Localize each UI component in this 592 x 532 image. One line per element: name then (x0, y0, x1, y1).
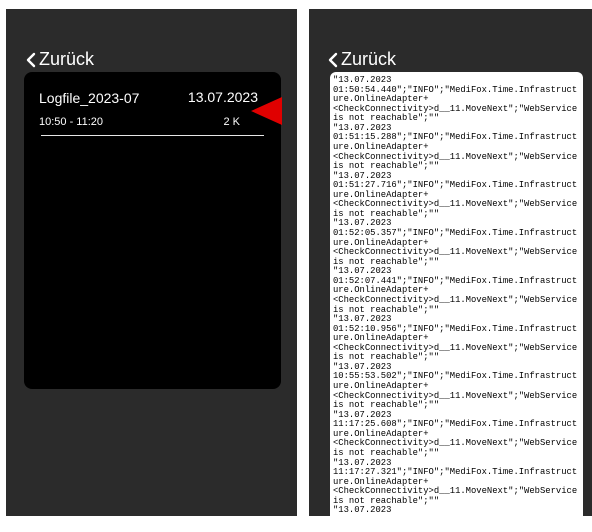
log-line: ure.OnlineAdapter+ (333, 237, 429, 248)
log-line: ure.OnlineAdapter+ (333, 381, 429, 391)
back-button[interactable]: Zurück (326, 49, 396, 70)
log-line: <CheckConnectivity>d__11.MoveNext";"WebS… (333, 151, 578, 162)
log-line: 01:52:05.357";"INFO";"MediFox.Time.Infra… (333, 228, 578, 238)
log-line: ure.OnlineAdapter+ (333, 141, 429, 152)
log-line: 01:51:27.716";"INFO";"MediFox.Time.Infra… (333, 180, 578, 191)
logfile-list-screen: Zurück Logfile_2023-07 13.07.2023 10:50 … (6, 9, 297, 516)
log-text: "13.07.2023 01:50:54.440";"INFO";"MediFo… (330, 72, 583, 516)
log-line: is not reachable";"" (333, 495, 440, 506)
log-line: is not reachable";"" (333, 352, 440, 363)
log-line: "13.07.2023 (333, 170, 392, 181)
log-line: <CheckConnectivity>d__11.MoveNext";"WebS… (333, 103, 578, 114)
logfile-list: Logfile_2023-07 13.07.2023 10:50 - 11:20… (24, 72, 281, 389)
log-line: "13.07.2023 (333, 361, 392, 372)
log-line: "13.07.2023 (333, 75, 392, 85)
logfile-time-range: 10:50 - 11:20 (39, 116, 104, 128)
logfile-name: Logfile_2023-07 (39, 90, 140, 106)
log-line: is not reachable";"" (333, 161, 440, 172)
log-line: <CheckConnectivity>d__11.MoveNext";"WebS… (333, 247, 578, 258)
chevron-left-icon (326, 51, 341, 69)
log-line: "13.07.2023 (333, 218, 392, 229)
log-content[interactable]: "13.07.2023 01:50:54.440";"INFO";"MediFo… (330, 72, 583, 532)
log-line: is not reachable";"" (333, 256, 440, 267)
log-line: ure.OnlineAdapter+ (333, 428, 429, 439)
log-line: <CheckConnectivity>d__11.MoveNext";"WebS… (333, 342, 578, 353)
back-button[interactable]: Zurück (24, 49, 94, 70)
log-line: "13.07.2023 (333, 409, 392, 420)
log-line: ure.OnlineAdapter+ (333, 333, 429, 344)
log-line: <CheckConnectivity>d__11.MoveNext";"WebS… (333, 390, 578, 401)
log-line: 01:52:10.956";"INFO";"MediFox.Time.Infra… (333, 323, 578, 334)
red-arrow-indicator-icon (251, 97, 282, 125)
log-line: 01:52:07.441";"INFO";"MediFox.Time.Infra… (333, 275, 578, 286)
log-line: ure.OnlineAdapter+ (333, 476, 429, 487)
log-line: is not reachable";"" (333, 113, 440, 124)
log-line: ure.OnlineAdapter+ (333, 285, 429, 296)
log-line: <CheckConnectivity>d__11.MoveNext";"WebS… (333, 294, 578, 305)
divider (41, 135, 264, 136)
log-line: <CheckConnectivity>d__11.MoveNext";"WebS… (333, 199, 578, 210)
log-line: 11:17:27.321";"INFO";"MediFox.Time.Infra… (333, 467, 578, 478)
log-line: "13.07.2023 (333, 505, 392, 516)
log-line: 01:51:15.288";"INFO";"MediFox.Time.Infra… (333, 132, 578, 143)
log-line: "13.07.2023 (333, 314, 392, 325)
log-line: "13.07.2023 (333, 457, 392, 468)
logfile-detail-screen: Zurück "13.07.2023 01:50:54.440";"INFO";… (309, 9, 592, 532)
log-line: is not reachable";"" (333, 447, 440, 458)
log-line: <CheckConnectivity>d__11.MoveNext";"WebS… (333, 438, 578, 449)
log-line: ure.OnlineAdapter+ (333, 94, 429, 105)
log-line: is not reachable";"" (333, 400, 440, 411)
chevron-left-icon (24, 51, 39, 69)
log-line: ure.OnlineAdapter+ (333, 189, 429, 200)
log-line: <CheckConnectivity>d__11.MoveNext";"WebS… (333, 486, 578, 497)
log-line: 01:50:54.440";"INFO";"MediFox.Time.Infra… (333, 84, 578, 95)
log-line: is not reachable";"" (333, 208, 440, 219)
log-line: "13.07.2023 (333, 266, 392, 277)
log-line: 11:17:25.608";"INFO";"MediFox.Time.Infra… (333, 419, 578, 430)
log-line: "13.07.2023 (333, 122, 392, 133)
log-line: 10:55:53.502";"INFO";"MediFox.Time.Infra… (333, 371, 578, 382)
back-label: Zurück (39, 49, 95, 69)
log-line: is not reachable";"" (333, 304, 440, 315)
back-label: Zurück (341, 49, 397, 69)
logfile-size: 2 K (223, 116, 240, 128)
logfile-date: 13.07.2023 (187, 89, 258, 105)
logfile-entry[interactable]: Logfile_2023-07 13.07.2023 10:50 - 11:20… (24, 72, 281, 147)
